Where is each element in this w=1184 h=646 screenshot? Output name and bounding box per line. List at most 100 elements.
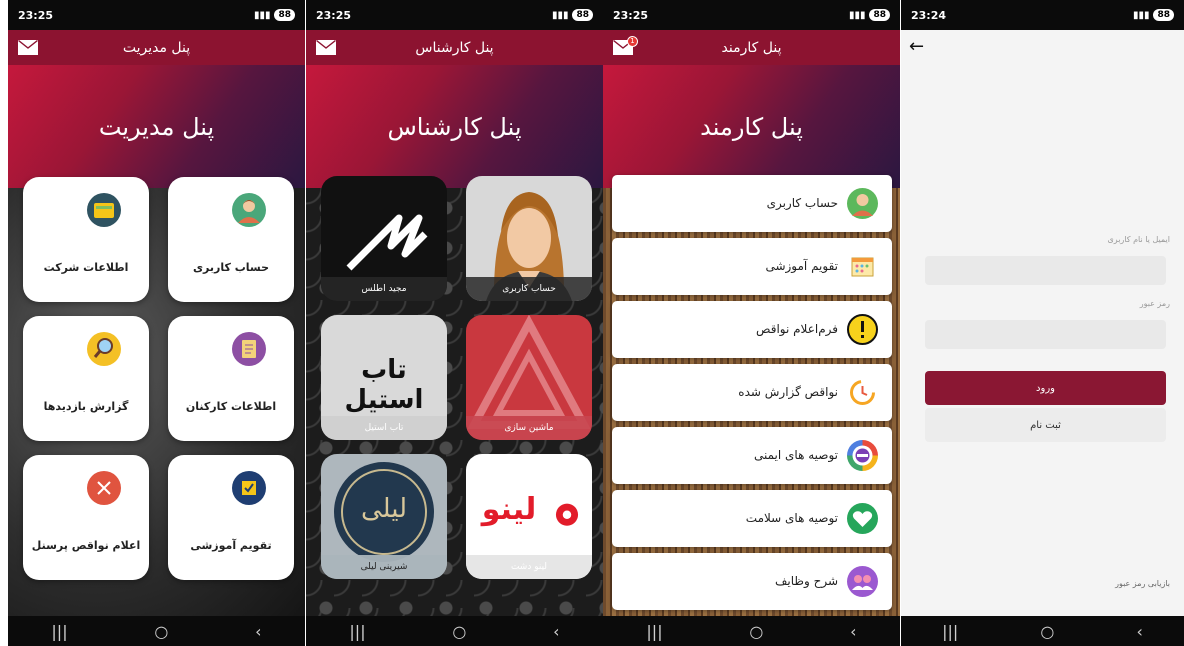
status-time: 23:25 bbox=[613, 8, 649, 22]
recent-apps-icon[interactable]: ||| bbox=[349, 622, 365, 641]
mail-icon[interactable] bbox=[316, 40, 336, 55]
close-circle-icon bbox=[87, 471, 121, 505]
signal-icon: ▮▮▮ bbox=[551, 9, 569, 21]
status-bar: 23:25 ▮▮▮ 88 bbox=[306, 0, 603, 30]
tile-label: اطلاعات شرکت bbox=[43, 261, 129, 274]
card-label: ماشین سازی bbox=[466, 416, 592, 440]
recent-apps-icon[interactable]: ||| bbox=[942, 622, 958, 641]
home-icon[interactable]: ○ bbox=[749, 622, 763, 641]
menu-row-training-calendar[interactable]: تقویم آموزشی bbox=[612, 238, 892, 295]
card-lino-dasht[interactable]: لینو لینو دشت bbox=[466, 454, 592, 579]
status-icons: ▮▮▮ 88 bbox=[254, 9, 295, 21]
row-label: حساب کاربری bbox=[766, 196, 838, 210]
password-input[interactable] bbox=[925, 320, 1166, 349]
card-machine-building[interactable]: ماشین سازی bbox=[466, 315, 592, 440]
menu-row-safety-tips[interactable]: توصیه های ایمنی bbox=[612, 427, 892, 484]
menu-row-defect-form[interactable]: فرم‌اعلام نواقص bbox=[612, 301, 892, 358]
forgot-password-link[interactable]: بازیابی رمز عبور bbox=[1115, 579, 1170, 588]
folder-icon bbox=[87, 193, 121, 227]
clock-icon bbox=[847, 377, 878, 408]
calendar-check-icon bbox=[232, 471, 266, 505]
app-bar: پنل کارشناس bbox=[306, 30, 603, 65]
employee-panel-screen: 23:25 ▮▮▮ 88 1 پنل کارمند پنل کارمند حسا… bbox=[603, 0, 900, 646]
battery-icon: 88 bbox=[274, 9, 295, 21]
leili-logo: لیلی bbox=[360, 494, 408, 524]
id-card-icon bbox=[232, 332, 266, 366]
row-label: توصیه های ایمنی bbox=[753, 448, 838, 462]
hero-title: پنل کارشناس bbox=[387, 112, 522, 141]
app-bar: 1 پنل کارمند bbox=[603, 30, 900, 65]
back-icon[interactable]: ‹ bbox=[255, 622, 261, 641]
tile-staff-info[interactable]: اطلاعات کارکنان bbox=[168, 316, 294, 441]
card-label: لینو دشت bbox=[466, 555, 592, 579]
hero-title: پنل کارمند bbox=[700, 112, 803, 141]
status-bar: 23:24 ▮▮▮ 88 bbox=[901, 0, 1184, 30]
system-nav-bar: ||| ○ ‹ bbox=[306, 616, 603, 646]
battery-icon: 88 bbox=[1153, 9, 1174, 21]
card-label: مجید اطلس bbox=[321, 277, 447, 301]
recent-apps-icon[interactable]: ||| bbox=[51, 622, 67, 641]
back-arrow-icon[interactable]: ← bbox=[909, 36, 924, 57]
back-icon[interactable]: ‹ bbox=[1136, 622, 1142, 641]
register-button[interactable]: ثبت نام bbox=[925, 408, 1166, 442]
username-label: ایمیل یا نام کاربری bbox=[1107, 235, 1170, 244]
password-label: رمز عبور bbox=[1139, 299, 1170, 308]
card-label: حساب کاربری bbox=[466, 277, 592, 301]
status-icons: ▮▮▮ 88 bbox=[552, 9, 593, 21]
home-icon[interactable]: ○ bbox=[452, 622, 466, 641]
user-avatar-icon bbox=[232, 193, 266, 227]
battery-icon: 88 bbox=[572, 9, 593, 21]
mail-icon[interactable]: 1 bbox=[613, 36, 638, 55]
home-icon[interactable]: ○ bbox=[154, 622, 168, 641]
tile-visit-reports[interactable]: گزارش بازدیدها bbox=[23, 316, 149, 441]
calendar-icon bbox=[847, 251, 878, 282]
status-time: 23:24 bbox=[911, 8, 947, 22]
lino-logo: لینو bbox=[481, 492, 537, 527]
menu-row-reported-defects[interactable]: نواقص گزارش شده bbox=[612, 364, 892, 421]
card-tab-steel[interactable]: تاب استیل تاب استیل bbox=[321, 315, 447, 440]
back-icon[interactable]: ‹ bbox=[553, 622, 559, 641]
warning-icon bbox=[847, 314, 878, 345]
appbar-title: پنل کارشناس bbox=[415, 39, 494, 56]
tile-user-account[interactable]: حساب کاربری bbox=[168, 177, 294, 302]
tile-label: حساب کاربری bbox=[192, 261, 270, 274]
battery-icon: 88 bbox=[869, 9, 890, 21]
home-icon[interactable]: ○ bbox=[1040, 622, 1054, 641]
tile-report-defects[interactable]: اعلام نواقص پرسنل bbox=[23, 455, 149, 580]
menu-row-health-tips[interactable]: توصیه های سلامت bbox=[612, 490, 892, 547]
tab-steel-logo: تاب استیل bbox=[344, 355, 424, 415]
status-bar: 23:25 ▮▮▮ 88 bbox=[603, 0, 900, 30]
admin-panel-screen: 23:25 ▮▮▮ 88 پنل مدیریت پنل مدیریت حساب … bbox=[8, 0, 305, 646]
login-button[interactable]: ورود bbox=[925, 371, 1166, 405]
appbar-title: پنل مدیریت bbox=[122, 39, 191, 56]
recent-apps-icon[interactable]: ||| bbox=[646, 622, 662, 641]
tile-company-info[interactable]: اطلاعات شرکت bbox=[23, 177, 149, 302]
menu-row-user-account[interactable]: حساب کاربری bbox=[612, 175, 892, 232]
back-icon[interactable]: ‹ bbox=[850, 622, 856, 641]
mail-icon[interactable] bbox=[18, 40, 38, 55]
appbar-title: پنل کارمند bbox=[721, 39, 782, 56]
username-input[interactable] bbox=[925, 256, 1166, 285]
signal-icon: ▮▮▮ bbox=[1132, 9, 1150, 21]
signal-icon: ▮▮▮ bbox=[253, 9, 271, 21]
status-time: 23:25 bbox=[18, 8, 54, 22]
menu-row-job-description[interactable]: شرح وظایف bbox=[612, 553, 892, 610]
card-majid-atlas[interactable]: مجید اطلس bbox=[321, 176, 447, 301]
user-avatar-icon bbox=[847, 188, 878, 219]
status-bar: 23:25 ▮▮▮ 88 bbox=[8, 0, 305, 30]
tile-label: اطلاعات کارکنان bbox=[185, 400, 277, 413]
tile-label: اعلام نواقص پرسنل bbox=[31, 539, 141, 552]
system-nav-bar: ||| ○ ‹ bbox=[8, 616, 305, 646]
tile-training-calendar[interactable]: تقویم آموزشی bbox=[168, 455, 294, 580]
card-label: شیرینی لیلی bbox=[321, 555, 447, 579]
system-nav-bar: ||| ○ ‹ bbox=[901, 616, 1184, 646]
expert-panel-screen: 23:25 ▮▮▮ 88 پنل کارشناس پنل کارشناس حسا… bbox=[306, 0, 603, 646]
card-leili-sweets[interactable]: لیلی شیرینی لیلی bbox=[321, 454, 447, 579]
login-form: ← ایمیل یا نام کاربری رمز عبور ورود ثبت … bbox=[901, 30, 1184, 616]
signal-icon: ▮▮▮ bbox=[848, 9, 866, 21]
lino-flower-icon bbox=[555, 503, 579, 526]
app-bar: پنل مدیریت bbox=[8, 30, 305, 65]
notification-badge: 1 bbox=[627, 36, 638, 47]
hse-icon bbox=[847, 440, 878, 471]
card-user-account[interactable]: حساب کاربری bbox=[466, 176, 592, 301]
